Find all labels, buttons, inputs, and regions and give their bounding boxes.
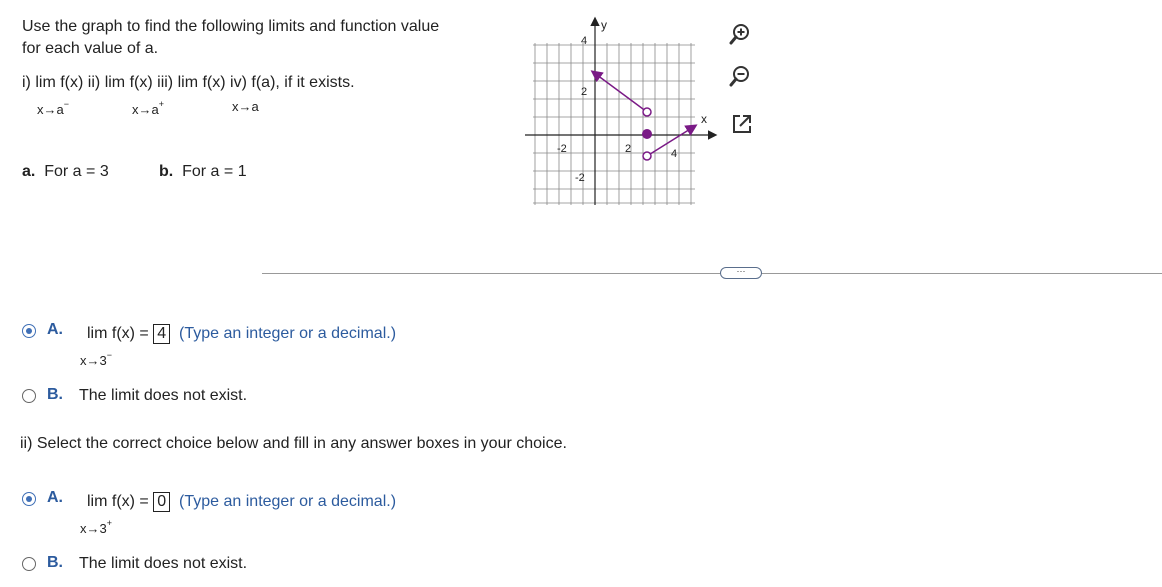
part-iv-fa: f(a), if it exists. [251,74,355,91]
part-i-label: i) [22,74,31,91]
closed-point [642,129,652,139]
part-ii-label: ii) [87,74,101,91]
tick-label-y-neg2: -2 [575,172,585,184]
instruction-text: ii) Select the correct choice below and … [20,435,567,452]
tick-label-x-2: 2 [625,143,631,155]
part-i-lim: lim [35,74,56,91]
part1-choice-b-letter: B. [47,386,63,403]
part-a: a. For a = 3 [22,161,109,183]
part-a-text: For a = 3 [44,163,109,180]
part2-lim-expression: lim f(x) = [87,493,149,510]
part1-answer-box[interactable]: 4 [153,324,171,344]
question-line-1: Use the graph to find the following limi… [22,18,440,35]
part2-hint: (Type an integer or a decimal.) [179,493,397,510]
function-graph[interactable]: x y -2 2 4 4 2 -2 [525,15,725,215]
section-divider [262,273,1162,274]
part-iii-fx: f(x) [202,74,226,91]
part-iii-label: iii) [157,74,174,91]
question-line-2: for each value of a. [22,40,159,57]
tick-label-x-neg2: -2 [557,143,567,155]
part-b: b. For a = 1 [159,161,247,183]
function-left-segment [590,70,648,113]
part1-hint: (Type an integer or a decimal.) [179,325,397,342]
tick-label-x-4: 4 [671,148,677,160]
radio-part1-choice-b[interactable] [22,389,36,403]
part-ii-lim: lim [104,74,126,91]
zoom-out-icon[interactable] [727,63,753,89]
more-button[interactable]: ··· [720,267,762,279]
tick-label-y-2: 2 [581,86,587,98]
part-b-label: b. [159,163,174,180]
radio-part1-choice-a[interactable] [22,324,36,338]
open-point-upper [642,107,652,117]
popout-icon[interactable] [731,113,757,139]
part-a-label: a. [22,163,36,180]
part1-choice-a-letter: A. [47,321,63,338]
part-ii-fx: f(x) [129,74,153,91]
part2-choice-b-letter: B. [47,554,63,571]
part-iv-label: iv) [230,74,247,91]
tick-label-y-4: 4 [581,35,587,47]
part2-choice-b-text: The limit does not exist. [79,555,248,572]
part2-choice-a: lim f(x) = 0 (Type an integer or a decim… [87,491,396,513]
question-parts: i) lim f(x) ii) lim f(x) iii) lim f(x) i… [22,72,355,94]
part1-choice-a: lim f(x) = 4 (Type an integer or a decim… [87,323,396,345]
sub-right-limit: x→a+ [132,99,164,117]
y-axis-label: y [601,18,607,32]
zoom-in-icon[interactable] [727,21,753,47]
part1-limit-subscript: x→3− [80,350,112,368]
sub-left-limit: x→a− [37,99,69,117]
radio-part2-choice-a[interactable] [22,492,36,506]
x-axis-label: x [701,112,707,126]
graph-grid [533,43,695,205]
radio-part2-choice-b[interactable] [22,557,36,571]
part-b-text: For a = 1 [182,163,247,180]
open-point-lower [642,151,652,161]
part-iii-lim: lim [177,74,199,91]
part1-lim-expression: lim f(x) = [87,325,149,342]
part2-limit-subscript: x→3+ [80,518,112,536]
part2-answer-box[interactable]: 0 [153,492,171,512]
part1-choice-b-text: The limit does not exist. [79,387,248,404]
part-i-fx: f(x) [60,74,84,91]
sub-two-sided-limit: x→a [232,99,259,114]
part2-choice-a-letter: A. [47,489,63,506]
